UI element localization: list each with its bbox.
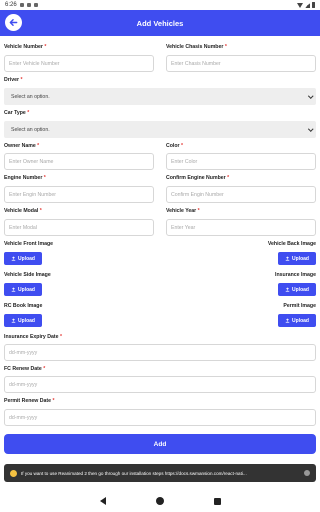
upload-label: Upload [18, 255, 35, 262]
upload-insurance-image-button[interactable]: Upload [278, 283, 316, 296]
upload-label: Upload [292, 286, 309, 293]
vehicle-year-label: Vehicle Year * [166, 208, 200, 214]
confirm-engine-number-label: Confirm Engine Number * [166, 175, 230, 181]
nav-home-icon[interactable] [155, 497, 164, 505]
nav-recents-icon[interactable] [213, 497, 221, 505]
battery-icon [312, 2, 315, 8]
insurance-expiry-date-input[interactable]: dd-mm-yyyy [4, 344, 316, 361]
upload-icon [285, 287, 290, 292]
close-icon[interactable] [304, 470, 310, 476]
car-type-select-value: Select an option. [11, 126, 50, 133]
color-label: Color * [166, 143, 184, 149]
driver-select[interactable]: Select an option. [4, 88, 316, 105]
upload-label: Upload [18, 317, 35, 324]
car-type-select[interactable]: Select an option. [4, 121, 316, 138]
status-right [297, 2, 315, 8]
color-input[interactable]: Enter Color [166, 153, 316, 170]
app-header: Add Vehicles [0, 10, 320, 36]
vehicle-back-image-label: Vehicle Back Image [267, 241, 316, 247]
vehicle-side-image-label: Vehicle Side Image [4, 272, 51, 278]
upload-rc-book-image-button[interactable]: Upload [4, 314, 42, 327]
vehicle-modal-input[interactable]: Enter Modal [4, 219, 154, 236]
vehicle-chasis-number-input[interactable]: Enter Chasis Number [166, 55, 316, 72]
vehicle-modal-label: Vehicle Modal * [4, 208, 42, 214]
permit-renew-date-label: Permit Renew Date * [4, 398, 55, 404]
chevron-down-icon [307, 126, 313, 131]
rc-book-image-label: RC Book Image [4, 303, 43, 309]
permit-renew-date-input[interactable]: dd-mm-yyyy [4, 409, 316, 426]
upload-permit-image-button[interactable]: Upload [278, 314, 316, 327]
permit-image-label: Permit Image [283, 303, 316, 309]
nav-back-icon[interactable] [99, 497, 106, 505]
wifi-icon [297, 2, 303, 8]
upload-label: Upload [292, 317, 309, 324]
upload-front-image-button[interactable]: Upload [4, 252, 42, 265]
status-left: 6:26 [5, 2, 38, 8]
upload-icon [11, 256, 16, 261]
driver-label: Driver * [4, 77, 23, 83]
system-navigation-bar [0, 490, 320, 512]
page-title: Add Vehicles [136, 18, 184, 28]
upload-icon [285, 318, 290, 323]
upload-icon [285, 256, 290, 261]
notification-icon [19, 3, 24, 7]
engine-number-label: Engine Number * [4, 175, 46, 181]
upload-icon [11, 318, 16, 323]
upload-label: Upload [292, 255, 309, 262]
status-bar: 6:26 [0, 0, 320, 10]
vehicle-year-input[interactable]: Enter Year [166, 219, 316, 236]
upload-label: Upload [18, 286, 35, 293]
fc-renew-date-label: FC Renew Date * [4, 366, 46, 372]
arrow-left-icon [9, 19, 18, 26]
car-type-label: Car Type * [4, 110, 30, 116]
vehicle-front-image-label: Vehicle Front Image [4, 241, 54, 247]
vehicle-number-input[interactable]: Enter Vehicle Number [4, 55, 154, 72]
insurance-image-label: Insurance Image [275, 272, 316, 278]
fc-renew-date-input[interactable]: dd-mm-yyyy [4, 376, 316, 393]
owner-name-label: Owner Name * [4, 143, 40, 149]
upload-back-image-button[interactable]: Upload [278, 252, 316, 265]
notification-icon [26, 3, 31, 7]
toast-message: If you want to use Reanimated 2 then go … [21, 470, 247, 476]
chevron-down-icon [307, 93, 313, 98]
insurance-expiry-date-label: Insurance Expiry Date * [4, 334, 62, 340]
confirm-engine-number-input[interactable]: Confirm Engin Number [166, 186, 316, 203]
vehicle-chasis-number-label: Vehicle Chasis Number * [166, 44, 227, 50]
warning-icon [10, 469, 17, 477]
notification-icon [33, 3, 38, 7]
upload-icon [11, 287, 16, 292]
owner-name-input[interactable]: Enter Owner Name [4, 153, 154, 170]
warning-toast[interactable]: If you want to use Reanimated 2 then go … [4, 464, 316, 482]
upload-side-image-button[interactable]: Upload [4, 283, 42, 296]
driver-select-value: Select an option. [11, 93, 50, 100]
status-time: 6:26 [5, 2, 17, 8]
engine-number-input[interactable]: Enter Engin Number [4, 186, 154, 203]
add-button[interactable]: Add [4, 434, 316, 454]
back-button[interactable] [5, 14, 22, 31]
vehicle-number-label: Vehicle Number * [4, 44, 47, 50]
signal-icon [305, 2, 310, 8]
